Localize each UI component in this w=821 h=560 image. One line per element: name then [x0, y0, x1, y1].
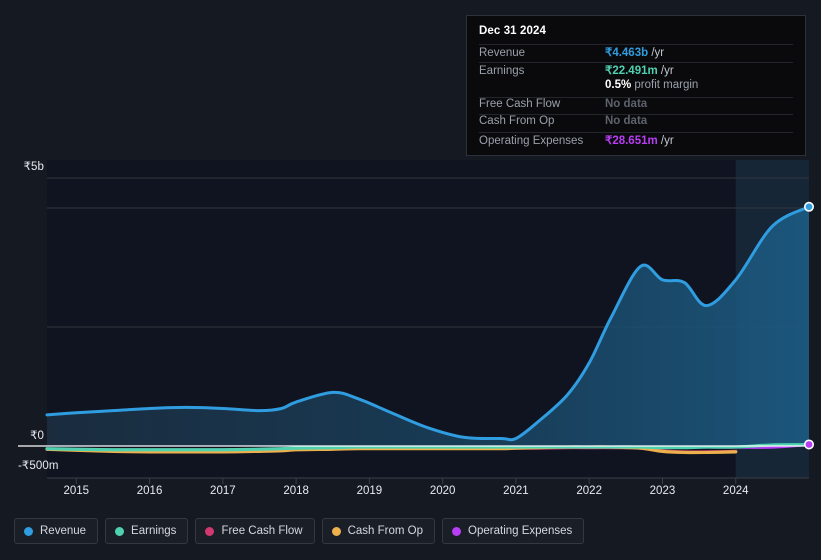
x-axis-tick-2021: 2021	[503, 485, 529, 497]
x-axis-tick-2016: 2016	[136, 485, 163, 497]
x-axis-labels: 2015 2016 2017 2018 2019 2020 2021 2022 2023 2024	[47, 485, 809, 503]
tooltip-row-label: Revenue	[479, 47, 526, 59]
legend-item-operating-expenses[interactable]: Operating Expenses	[442, 518, 585, 544]
tooltip-row-label: Cash From Op	[479, 115, 555, 127]
legend-item-free-cash-flow[interactable]: Free Cash Flow	[195, 518, 315, 544]
legend-item-earnings[interactable]: Earnings	[105, 518, 189, 544]
legend-item-label: Revenue	[40, 525, 87, 537]
tooltip-row-value-number: 0.5%	[605, 79, 632, 91]
tooltip-row-value: 0.5% profit margin	[605, 79, 698, 91]
x-axis-tick-2022: 2022	[576, 485, 602, 497]
tooltip-row-label: Earnings	[479, 64, 525, 77]
legend-dot-icon	[24, 526, 33, 536]
tooltip-row-value: ₹28.651m /yr	[605, 133, 674, 147]
legend-dot-icon	[452, 526, 462, 536]
tooltip-rows: Revenue ₹4.463b /yr Earnings ₹22.491m /yr 0.…	[479, 44, 793, 149]
tooltip-row-value: No data	[605, 98, 647, 110]
tooltip-row-value-number: No data	[605, 115, 648, 127]
tooltip-row: 0.5% profit margin	[479, 79, 793, 97]
legend-dot-icon	[115, 526, 125, 536]
data-tooltip: Dec 31 2024 Revenue ₹4.463b /yr Earnings ₹2…	[466, 15, 806, 156]
tooltip-row-label: Free Cash Flow	[479, 97, 561, 110]
legend-item-label: Cash From Op	[347, 525, 424, 537]
tooltip-row: Revenue ₹4.463b /yr	[479, 44, 793, 62]
legend-item-label: Operating Expenses	[468, 525, 573, 537]
tooltip-row-value-unit: profit margin	[631, 79, 699, 91]
y-axis-label-negative: -₹500m	[18, 460, 59, 472]
endpoint-marker-operating-expenses[interactable]	[803, 439, 814, 450]
chart-legend: Revenue Earnings Free Cash Flow Cash From O…	[14, 518, 585, 544]
legend-item-revenue[interactable]: Revenue	[14, 518, 99, 544]
legend-item-label: Earnings	[131, 525, 177, 537]
tooltip-row-label: Operating Expenses	[479, 134, 584, 147]
x-axis-tick-2019: 2019	[356, 485, 383, 497]
x-axis-tick-2017: 2017	[210, 485, 236, 497]
tooltip-row-value-unit: /yr	[648, 47, 665, 59]
legend-dot-icon	[205, 526, 215, 536]
x-axis-tick-2018: 2018	[283, 485, 309, 497]
tooltip-date: Dec 31 2024	[479, 25, 546, 37]
legend-dot-icon	[331, 526, 341, 536]
y-axis-label-zero: ₹0	[30, 430, 44, 442]
tooltip-row: Earnings ₹22.491m /yr	[479, 61, 793, 80]
tooltip-row-value: ₹4.463b /yr	[605, 45, 664, 59]
tooltip-row-value-unit: /yr	[657, 134, 674, 147]
tooltip-row-value: ₹22.491m /yr	[605, 63, 674, 77]
tooltip-row: Operating Expenses ₹28.651m /yr	[479, 131, 793, 150]
legend-item-label: Free Cash Flow	[221, 525, 303, 537]
x-axis-tick-2020: 2020	[429, 485, 456, 497]
tooltip-row-value-number: ₹22.491m	[605, 64, 658, 77]
tooltip-row-value-unit: /yr	[657, 64, 674, 77]
tooltip-row-value-number: No data	[605, 97, 648, 110]
x-axis-tick-2023: 2023	[649, 485, 676, 497]
x-axis-tick-2015: 2015	[63, 485, 90, 497]
revenue-expenses-chart-app: ₹5b ₹0 -₹500m 2015 2016 2017 2018 2019 2020 20…	[0, 0, 821, 560]
tooltip-row-value-number: ₹4.463b	[605, 47, 649, 59]
tooltip-row-value: No data	[605, 115, 647, 127]
tooltip-row: Free Cash Flow No data	[479, 96, 793, 115]
legend-item-cash-from-op[interactable]: Cash From Op	[321, 518, 436, 544]
x-axis-tick-2024: 2024	[722, 485, 749, 497]
tooltip-row: Cash From Op No data	[479, 114, 793, 132]
endpoint-marker-revenue[interactable]	[803, 201, 814, 212]
tooltip-row-value-number: ₹28.651m	[605, 134, 658, 147]
y-axis-label-top: ₹5b	[23, 161, 44, 173]
